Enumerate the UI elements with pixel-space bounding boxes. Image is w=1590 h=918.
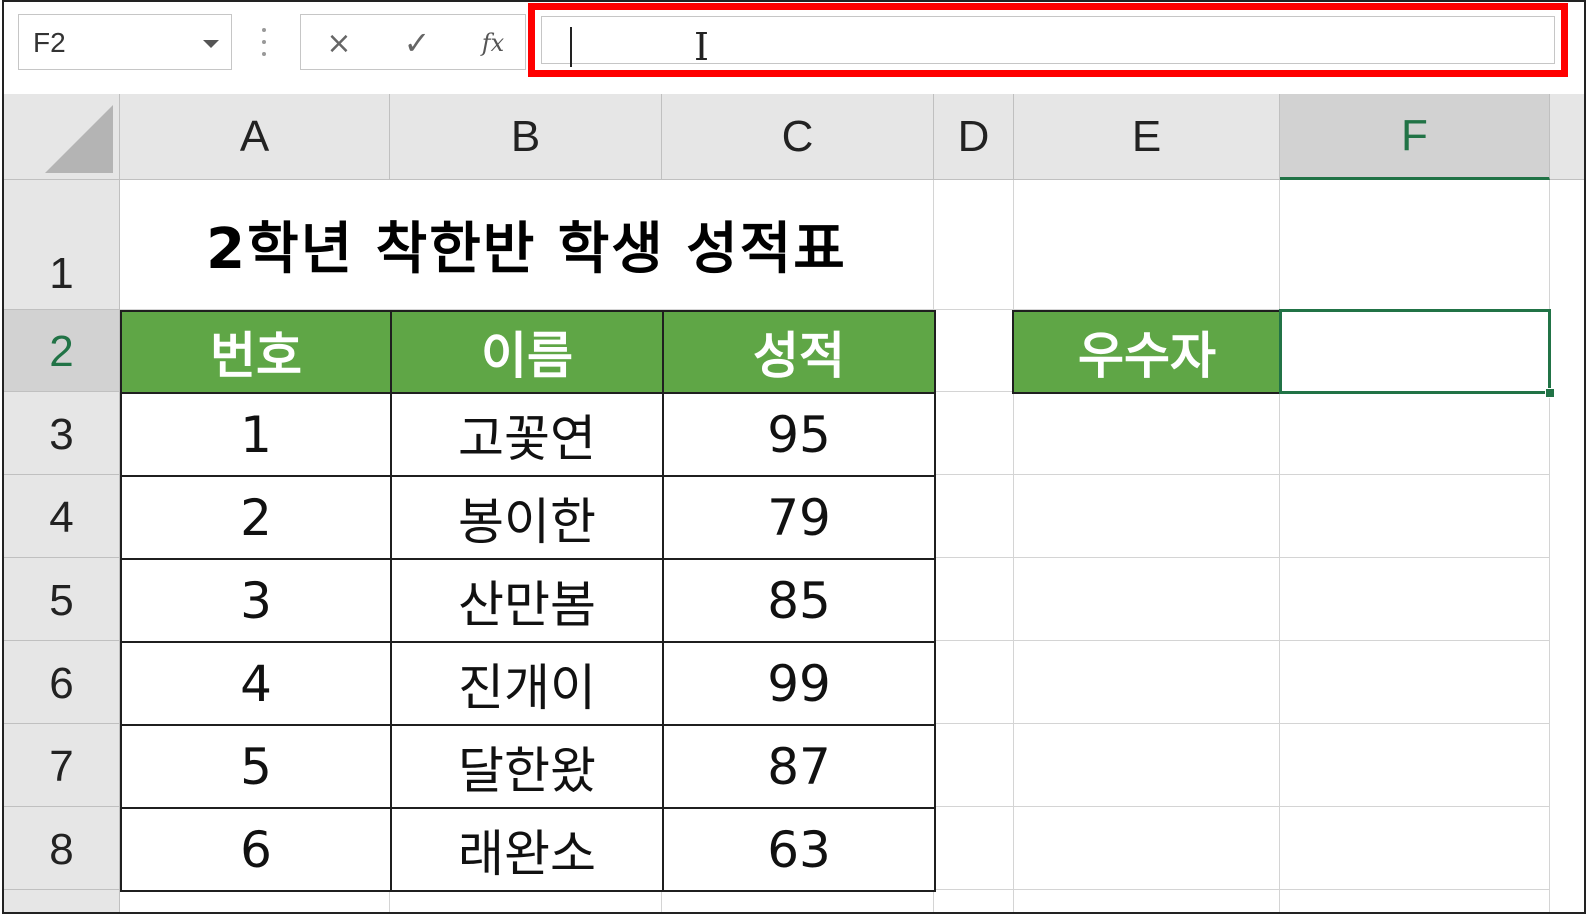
row-header-7[interactable]: 7 [4,724,120,807]
column-header-e[interactable]: E [1014,94,1280,180]
header-cell-score[interactable]: 성적 [662,310,936,394]
cell-e9[interactable] [1014,890,1280,912]
column-header-c[interactable]: C [662,94,934,180]
cell-a9[interactable] [120,890,390,912]
cell-b9[interactable] [390,890,662,912]
cell-f6[interactable] [1280,641,1550,724]
select-all-corner[interactable] [4,94,120,180]
formula-input[interactable]: I [541,16,1555,69]
cancel-icon[interactable]: × [319,25,359,61]
row-header-8[interactable]: 8 [4,807,120,890]
excel-window: F2 × ✓ fx I A B C D E F 1 2 3 4 5 6 7 8 [2,0,1586,914]
cell-f7[interactable] [1280,724,1550,807]
ibeam-cursor-icon: I [694,25,710,69]
cell-d2[interactable] [934,310,1014,392]
row-header-2[interactable]: 2 [4,310,120,392]
row-header-1[interactable]: 1 [4,180,120,310]
name-box-value: F2 [33,27,66,58]
cell-number[interactable]: 5 [120,724,392,809]
cell-d5[interactable] [934,558,1014,641]
cell-number[interactable]: 6 [120,807,392,892]
cell-number[interactable]: 4 [120,641,392,726]
cell-score[interactable]: 79 [662,475,936,560]
cell-f3[interactable] [1280,392,1550,475]
grip-icon[interactable] [262,28,266,56]
cell-number[interactable]: 3 [120,558,392,643]
cell-score[interactable]: 85 [662,558,936,643]
header-cell-number[interactable]: 번호 [120,310,392,394]
cell-score[interactable]: 95 [662,392,936,477]
cell-e1[interactable] [1014,180,1280,310]
row-header-4[interactable]: 4 [4,475,120,558]
formula-bar: F2 × ✓ fx I [4,2,1584,95]
cell-score[interactable]: 87 [662,724,936,809]
name-box[interactable]: F2 [18,14,232,70]
cell-name[interactable]: 고꽃연 [390,392,664,477]
cell-name[interactable]: 봉이한 [390,475,664,560]
cell-d4[interactable] [934,475,1014,558]
cell-e7[interactable] [1014,724,1280,807]
cell-e6[interactable] [1014,641,1280,724]
cell-e5[interactable] [1014,558,1280,641]
cell-number[interactable]: 2 [120,475,392,560]
insert-function-icon[interactable]: fx [473,25,513,61]
formula-buttons: × ✓ fx [300,14,526,70]
selected-cell-f2[interactable] [1279,309,1551,394]
column-header-d[interactable]: D [934,94,1014,180]
formula-input-highlight: I [528,3,1568,77]
cell-name[interactable]: 진개이 [390,641,664,726]
cell-number[interactable]: 1 [120,392,392,477]
cell-d3[interactable] [934,392,1014,475]
cell-score[interactable]: 63 [662,807,936,892]
text-caret [570,27,572,67]
cell-f1[interactable] [1280,180,1550,310]
select-all-triangle-icon [45,105,113,173]
enter-check-icon[interactable]: ✓ [397,24,437,62]
sheet-title[interactable]: 2학년 착한반 학생 성적표 [120,180,934,310]
cell-d8[interactable] [934,807,1014,890]
column-header-f[interactable]: F [1280,94,1550,180]
cell-c9[interactable] [662,890,934,912]
row-header-3[interactable]: 3 [4,392,120,475]
cell-name[interactable]: 산만봄 [390,558,664,643]
cell-f8[interactable] [1280,807,1550,890]
cell-f9[interactable] [1280,890,1550,912]
column-header-a[interactable]: A [120,94,390,180]
cell-f5[interactable] [1280,558,1550,641]
cell-d1[interactable] [934,180,1014,310]
column-header-g[interactable] [1550,94,1584,180]
cell-name[interactable]: 래완소 [390,807,664,892]
header-cell-top-student[interactable]: 우수자 [1012,310,1282,394]
cell-e3[interactable] [1014,392,1280,475]
chevron-down-icon[interactable] [203,40,219,48]
row-header-9[interactable] [4,890,120,912]
cell-d9[interactable] [934,890,1014,912]
cell-score[interactable]: 99 [662,641,936,726]
cell-e4[interactable] [1014,475,1280,558]
header-cell-name[interactable]: 이름 [390,310,664,394]
cell-name[interactable]: 달한왔 [390,724,664,809]
cell-d7[interactable] [934,724,1014,807]
cell-f4[interactable] [1280,475,1550,558]
cell-d6[interactable] [934,641,1014,724]
cell-e8[interactable] [1014,807,1280,890]
column-header-b[interactable]: B [390,94,662,180]
row-header-5[interactable]: 5 [4,558,120,641]
fill-handle[interactable] [1545,388,1555,398]
row-header-6[interactable]: 6 [4,641,120,724]
